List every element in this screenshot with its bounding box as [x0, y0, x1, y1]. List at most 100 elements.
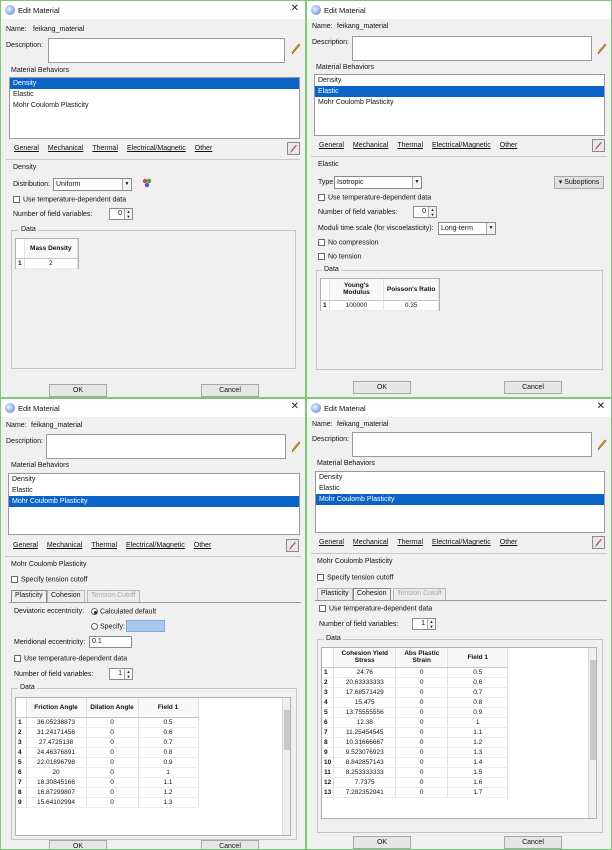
- num-field-spinner[interactable]: 1 ▲ ▼: [412, 618, 436, 630]
- suboptions-button[interactable]: ▾ Suboptions: [554, 176, 604, 189]
- menu-thermal[interactable]: Thermal: [397, 539, 423, 546]
- table-row[interactable]: 9 9.523076923 0 1.3: [322, 747, 509, 758]
- cell-field-1[interactable]: 1: [138, 767, 199, 778]
- cell-field-1[interactable]: 1.4: [447, 757, 509, 768]
- cell-dilation-angle[interactable]: 0: [86, 777, 139, 788]
- behavior-item-mohr-coulomb[interactable]: Mohr Coulomb Plasticity: [316, 494, 604, 505]
- cell-field-1[interactable]: 0.9: [138, 757, 199, 768]
- cell-abs-plastic-strain[interactable]: 0: [395, 667, 449, 678]
- type-select[interactable]: Isotropic ▼: [334, 176, 422, 189]
- cancel-button[interactable]: Cancel: [504, 381, 562, 394]
- cell-cohesion-yield-stress[interactable]: 8.842857143: [333, 757, 397, 768]
- table-row[interactable]: 8 10.31666667 0 1.2: [322, 737, 509, 748]
- edit-pencil-icon[interactable]: [291, 441, 301, 453]
- cell-cohesion-yield-stress[interactable]: 9.523076923: [333, 747, 397, 758]
- ok-button[interactable]: OK: [49, 840, 107, 849]
- num-field-spinner[interactable]: 0 ▲ ▼: [109, 208, 133, 220]
- behavior-item-elastic[interactable]: Elastic: [316, 483, 604, 494]
- cell-abs-plastic-strain[interactable]: 0: [395, 777, 449, 788]
- cancel-button[interactable]: Cancel: [201, 384, 259, 397]
- cell-cohesion-yield-stress[interactable]: 7.282352941: [333, 787, 397, 798]
- cell-field-1[interactable]: 1.5: [447, 767, 509, 778]
- table-row[interactable]: 5 13.75555556 0 0.9: [322, 707, 509, 718]
- table-row[interactable]: 4 24.46376891 0 0.8: [16, 747, 199, 758]
- behavior-item-elastic[interactable]: Elastic: [9, 485, 299, 496]
- cell-field-1[interactable]: 0.5: [447, 667, 509, 678]
- table-row[interactable]: 1 36.05238873 0 0.5: [16, 717, 199, 728]
- menu-general[interactable]: General: [319, 539, 344, 546]
- table-row[interactable]: 1 24.76 0 0.5: [322, 667, 509, 678]
- cell-field-1[interactable]: 1.2: [447, 737, 509, 748]
- cell-field-1[interactable]: 0.8: [138, 747, 199, 758]
- cell-field-1[interactable]: 0.8: [447, 697, 509, 708]
- menu-general[interactable]: General: [319, 142, 344, 149]
- menu-other[interactable]: Other: [500, 539, 518, 546]
- cell-cohesion-yield-stress[interactable]: 11.25454545: [333, 727, 397, 738]
- ok-button[interactable]: OK: [49, 384, 107, 397]
- calc-default-radio[interactable]: Calculated default: [91, 608, 156, 615]
- cell-abs-plastic-strain[interactable]: 0: [395, 697, 449, 708]
- close-icon[interactable]: ✕: [597, 401, 605, 412]
- tab-tension-cutoff[interactable]: Tension Cutoff: [87, 590, 140, 602]
- menu-other[interactable]: Other: [194, 542, 212, 549]
- cell-cohesion-yield-stress[interactable]: 8.253333333: [333, 767, 397, 778]
- cell-cohesion-yield-stress[interactable]: 12.38: [333, 717, 397, 728]
- spinner-arrows-icon[interactable]: ▲ ▼: [124, 669, 132, 679]
- cell-dilation-angle[interactable]: 0: [86, 797, 139, 808]
- cell-friction-angle[interactable]: 36.05238873: [26, 717, 87, 728]
- menu-mechanical[interactable]: Mechanical: [353, 539, 388, 546]
- menu-other[interactable]: Other: [195, 145, 213, 152]
- cell-abs-plastic-strain[interactable]: 0: [395, 737, 449, 748]
- cell-field-1[interactable]: 1.3: [447, 747, 509, 758]
- cell-field-1[interactable]: 0.6: [138, 727, 199, 738]
- behavior-item-density[interactable]: Density: [9, 474, 299, 485]
- no-compression-checkbox[interactable]: No compression: [318, 239, 379, 246]
- table-row[interactable]: 9 15.64102994 0 1.3: [16, 797, 199, 808]
- menu-thermal[interactable]: Thermal: [91, 542, 117, 549]
- cell-cohesion-yield-stress[interactable]: 10.31666667: [333, 737, 397, 748]
- cell-abs-plastic-strain[interactable]: 0: [395, 747, 449, 758]
- behavior-item-mohr-coulomb[interactable]: Mohr Coulomb Plasticity: [10, 100, 299, 111]
- use-temp-checkbox[interactable]: Use temperature-dependent data: [318, 194, 431, 201]
- num-field-spinner[interactable]: 0 ▲ ▼: [413, 206, 437, 218]
- cell-abs-plastic-strain[interactable]: 0: [395, 787, 449, 798]
- edit-pencil-icon[interactable]: [597, 439, 607, 451]
- spinner-arrows-icon[interactable]: ▲ ▼: [124, 209, 132, 219]
- table-row[interactable]: 6 12.38 0 1: [322, 717, 509, 728]
- edit-pencil-icon[interactable]: [291, 43, 301, 55]
- cell-field-1[interactable]: 1.6: [447, 777, 509, 788]
- cell-field-1[interactable]: 1: [447, 717, 509, 728]
- ok-button[interactable]: OK: [353, 381, 411, 394]
- behavior-item-elastic[interactable]: Elastic: [315, 86, 604, 97]
- menu-general[interactable]: General: [13, 542, 38, 549]
- tab-cohesion[interactable]: Cohesion: [353, 588, 391, 600]
- scrollbar-thumb[interactable]: [284, 710, 290, 750]
- cell-field-1[interactable]: 1.1: [138, 777, 199, 788]
- behavior-item-density[interactable]: Density: [316, 472, 604, 483]
- table-row[interactable]: 3 17.68571429 0 0.7: [322, 687, 509, 698]
- specify-tension-checkbox[interactable]: Specify tension cutoff: [11, 576, 87, 583]
- table-row[interactable]: 7 11.25454545 0 1.1: [322, 727, 509, 738]
- cell-dilation-angle[interactable]: 0: [86, 747, 139, 758]
- menu-electrical-magnetic[interactable]: Electrical/Magnetic: [432, 539, 491, 546]
- no-tension-checkbox[interactable]: No tension: [318, 253, 361, 260]
- description-input[interactable]: [46, 434, 286, 459]
- cell-abs-plastic-strain[interactable]: 0: [395, 727, 449, 738]
- cell-field-1[interactable]: 1.1: [447, 727, 509, 738]
- table-row[interactable]: 1 2: [16, 258, 79, 269]
- tab-plasticity[interactable]: Plasticity: [11, 590, 47, 602]
- table-row[interactable]: 2 20.63333333 0 0.6: [322, 677, 509, 688]
- close-icon[interactable]: ✕: [291, 3, 299, 14]
- cell-friction-angle[interactable]: 31.24171456: [26, 727, 87, 738]
- behavior-item-mohr-coulomb[interactable]: Mohr Coulomb Plasticity: [315, 97, 604, 108]
- cell-dilation-angle[interactable]: 0: [86, 717, 139, 728]
- cell-dilation-angle[interactable]: 0: [86, 767, 139, 778]
- cell-field-1[interactable]: 0.9: [447, 707, 509, 718]
- cell-field-1[interactable]: 0.7: [138, 737, 199, 748]
- menu-general[interactable]: General: [14, 145, 39, 152]
- table-row[interactable]: 11 8.253333333 0 1.5: [322, 767, 509, 778]
- tab-cohesion[interactable]: Cohesion: [47, 590, 85, 602]
- spinner-arrows-icon[interactable]: ▲ ▼: [428, 207, 436, 217]
- table-row[interactable]: 1 100000 0.35: [321, 300, 439, 311]
- cell-dilation-angle[interactable]: 0: [86, 787, 139, 798]
